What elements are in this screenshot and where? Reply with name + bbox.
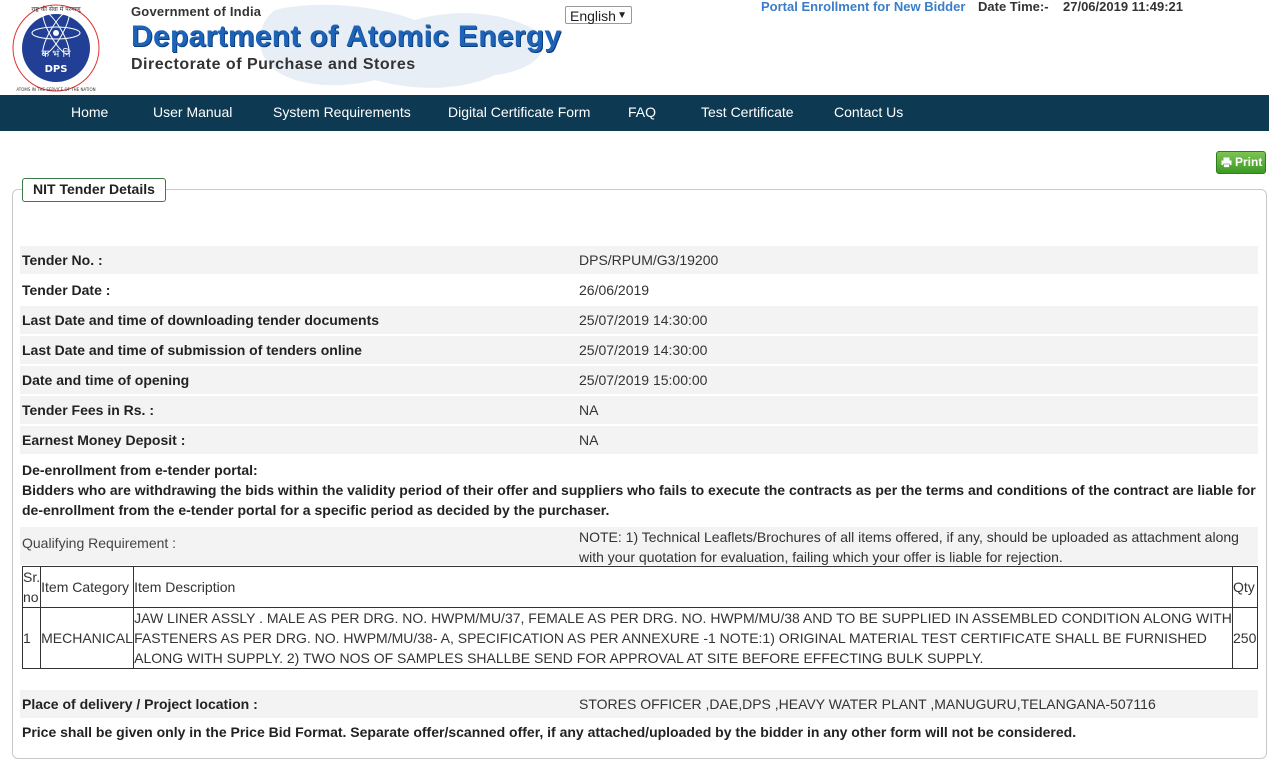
- department-title: Department of Atomic Energy: [131, 20, 562, 53]
- cell-item-category: MECHANICAL: [40, 607, 135, 669]
- qualifying-requirement-row: Qualifying Requirement : NOTE: 1) Techni…: [20, 527, 1258, 565]
- detail-row-submission-date: Last Date and time of submission of tend…: [20, 336, 1258, 364]
- print-button[interactable]: Print: [1216, 151, 1266, 174]
- printer-icon: [1221, 157, 1232, 169]
- logo-abbr: DPS: [45, 64, 68, 75]
- nav-home[interactable]: Home: [71, 95, 108, 131]
- detail-row-download-date: Last Date and time of downloading tender…: [20, 306, 1258, 334]
- qualifying-value: NOTE: 1) Technical Leaflets/Brochures of…: [579, 529, 1239, 565]
- cell-qty: 250: [1232, 607, 1258, 669]
- detail-label: Tender Fees in Rs. :: [22, 402, 154, 418]
- detail-row-emd: Earnest Money Deposit : NA: [20, 426, 1258, 454]
- dps-logo: क भं नि DPS राष्ट्र की सेवा में परमाणु A…: [12, 4, 100, 92]
- header-sr-no: Sr. no: [21, 566, 42, 608]
- deenrollment-section: De-enrollment from e-tender portal: Bidd…: [22, 460, 1262, 520]
- deenrollment-text: Bidders who are withdrawing the bids wit…: [22, 482, 1256, 518]
- language-select[interactable]: English ▼: [565, 6, 632, 24]
- cell-item-description: JAW LINER ASSLY . MALE AS PER DRG. NO. H…: [133, 607, 1233, 669]
- nav-user-manual[interactable]: User Manual: [153, 95, 232, 131]
- detail-value: 25/07/2019 15:00:00: [579, 372, 708, 388]
- detail-label: Last Date and time of downloading tender…: [22, 312, 380, 328]
- deenrollment-title: De-enrollment from e-tender portal:: [22, 462, 258, 478]
- nav-system-requirements[interactable]: System Requirements: [273, 95, 411, 131]
- logo-hindi-ring: राष्ट्र की सेवा में परमाणु: [31, 5, 81, 13]
- logo-center-text: क भं नि: [41, 48, 71, 60]
- nav-faq[interactable]: FAQ: [628, 95, 656, 131]
- header-item-category: Item Category: [40, 566, 135, 608]
- delivery-label: Place of delivery / Project location :: [22, 696, 258, 712]
- delivery-value: STORES OFFICER ,DAE,DPS ,HEAVY WATER PLA…: [579, 696, 1156, 712]
- items-table: Sr. no Item Category Item Description Qt…: [21, 566, 1258, 669]
- detail-label: Last Date and time of submission of tend…: [22, 342, 362, 358]
- header-qty: Qty: [1232, 566, 1258, 608]
- language-select-value: English: [570, 8, 616, 24]
- qualifying-label: Qualifying Requirement :: [22, 535, 177, 551]
- detail-row-opening-date: Date and time of opening 25/07/2019 15:0…: [20, 366, 1258, 394]
- detail-value: 25/07/2019 14:30:00: [579, 312, 708, 328]
- detail-label: Earnest Money Deposit :: [22, 432, 186, 448]
- detail-row-tender-no: Tender No. : DPS/RPUM/G3/19200: [20, 246, 1258, 274]
- panel-title: NIT Tender Details: [22, 178, 166, 202]
- items-table-header: Sr. no Item Category Item Description Qt…: [21, 566, 1258, 608]
- detail-label: Tender Date :: [22, 282, 111, 298]
- nav-digital-certificate-form[interactable]: Digital Certificate Form: [448, 95, 590, 131]
- table-row: 1 MECHANICAL JAW LINER ASSLY . MALE AS P…: [21, 607, 1258, 669]
- detail-label: Tender No. :: [22, 252, 103, 268]
- gov-of-india-label: Government of India: [131, 4, 262, 19]
- print-button-label: Print: [1235, 155, 1263, 169]
- logo-english-ring: ATOMS IN THE SERVICE OF THE NATION: [16, 87, 95, 92]
- detail-value: NA: [579, 432, 599, 448]
- detail-value: NA: [579, 402, 599, 418]
- main-nav: Home User Manual System Requirements Dig…: [0, 95, 1269, 131]
- nav-contact-us[interactable]: Contact Us: [834, 95, 903, 131]
- detail-label: Date and time of opening: [22, 372, 190, 388]
- price-note: Price shall be given only in the Price B…: [22, 724, 1077, 740]
- portal-enrollment-link[interactable]: Portal Enrollment for New Bidder: [761, 0, 965, 14]
- detail-value: 26/06/2019: [579, 282, 650, 298]
- detail-value: 25/07/2019 14:30:00: [579, 342, 708, 358]
- detail-row-tender-fees: Tender Fees in Rs. : NA: [20, 396, 1258, 424]
- directorate-title: Directorate of Purchase and Stores: [131, 56, 416, 73]
- header-item-description: Item Description: [133, 566, 1233, 608]
- chevron-down-icon: ▼: [617, 10, 627, 21]
- datetime-value: 27/06/2019 11:49:21: [1063, 0, 1183, 14]
- nav-test-certificate[interactable]: Test Certificate: [701, 95, 794, 131]
- datetime-label: Date Time:-: [978, 0, 1049, 14]
- cell-sr-no: 1: [21, 607, 42, 669]
- site-header: क भं नि DPS राष्ट्र की सेवा में परमाणु A…: [0, 0, 1269, 95]
- detail-row-tender-date: Tender Date : 26/06/2019: [20, 276, 1258, 304]
- header-titles: Government of India Department of Atomic…: [131, 4, 561, 74]
- detail-value: DPS/RPUM/G3/19200: [579, 252, 719, 268]
- delivery-row: Place of delivery / Project location : S…: [20, 690, 1258, 718]
